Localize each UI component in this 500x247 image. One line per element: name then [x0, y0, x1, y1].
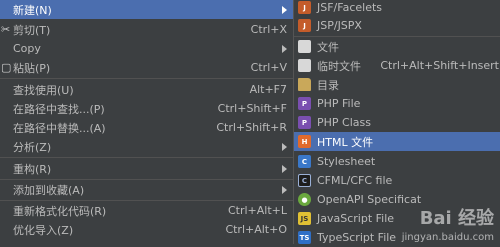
scratch-file-icon — [298, 59, 311, 72]
menu-separator — [0, 157, 293, 158]
menu-item-label: 分析(Z) — [13, 140, 52, 154]
menu-separator — [0, 78, 293, 79]
submenu-item-label: Stylesheet — [317, 155, 376, 168]
menu-item-label: 重新格式化代码(R) — [13, 204, 107, 218]
openapi-icon: ● — [298, 193, 311, 206]
submenu-item-stylesheet[interactable]: C Stylesheet — [294, 152, 500, 171]
menu-item-label: 在路径中替换...(A) — [13, 121, 106, 135]
watermark-brand: Bai 经验 — [419, 208, 494, 229]
menu-item-reformat-code[interactable]: 重新格式化代码(R) Ctrl+Alt+L — [0, 201, 293, 220]
css-icon: C — [298, 155, 311, 168]
menu-item-shortcut: Ctrl+X — [250, 23, 287, 36]
menu-item-label: Copy — [13, 42, 41, 55]
menu-item-label: 在路径中查找...(P) — [13, 102, 105, 116]
submenu-item-scratch-file[interactable]: 临时文件 Ctrl+Alt+Shift+Insert — [294, 56, 500, 75]
submenu-item-jsp[interactable]: J JSP/JSPX — [294, 16, 500, 35]
new-submenu: J JSF/Facelets J JSP/JSPX 文件 临时文件 Ctrl+A… — [294, 0, 500, 244]
menu-item-add-to-favorites[interactable]: 添加到收藏(A) — [0, 180, 293, 199]
submenu-arrow-icon — [282, 164, 287, 173]
context-menu: 新建(N) ✂ 剪切(T) Ctrl+X Copy ▢ 粘贴(P) Ctrl+V… — [0, 0, 294, 244]
menu-item-refactor[interactable]: 重构(R) — [0, 159, 293, 178]
submenu-item-cfml[interactable]: C CFML/CFC file — [294, 171, 500, 190]
menu-item-optimize-imports[interactable]: 优化导入(Z) Ctrl+Alt+O — [0, 220, 293, 239]
menu-item-new[interactable]: 新建(N) — [0, 0, 293, 19]
menu-item-label: 剪切(T) — [13, 23, 51, 37]
clipboard-icon: ▢ — [1, 61, 12, 74]
submenu-item-label: OpenAPI Specificat — [317, 193, 422, 206]
cfml-icon: C — [298, 174, 311, 187]
menu-item-label: 新建(N) — [13, 3, 52, 17]
menu-item-label: 优化导入(Z) — [13, 223, 74, 237]
php-class-icon: P — [298, 116, 311, 129]
submenu-arrow-icon — [282, 44, 287, 53]
file-icon — [298, 40, 311, 53]
submenu-arrow-icon — [282, 5, 287, 14]
submenu-item-file[interactable]: 文件 — [294, 37, 500, 56]
menu-item-find-in-path[interactable]: 在路径中查找...(P) Ctrl+Shift+F — [0, 99, 293, 118]
menu-item-label: 添加到收藏(A) — [13, 183, 85, 197]
jsp-icon: J — [298, 19, 311, 32]
folder-icon — [298, 78, 311, 91]
menu-item-paste[interactable]: ▢ 粘贴(P) Ctrl+V — [0, 58, 293, 77]
menu-item-cut[interactable]: ✂ 剪切(T) Ctrl+X — [0, 20, 293, 39]
submenu-item-label: JSP/JSPX — [317, 19, 362, 32]
submenu-arrow-icon — [282, 185, 287, 194]
submenu-item-shortcut: Ctrl+Alt+Shift+Insert — [380, 59, 499, 72]
menu-item-replace-in-path[interactable]: 在路径中替换...(A) Ctrl+Shift+R — [0, 118, 293, 137]
menu-item-find-usages[interactable]: 查找使用(U) Alt+F7 — [0, 80, 293, 99]
jsf-icon: J — [298, 1, 311, 14]
submenu-item-jsf[interactable]: J JSF/Facelets — [294, 0, 500, 17]
submenu-arrow-icon — [282, 142, 287, 151]
ts-icon: TS — [298, 231, 311, 244]
submenu-item-label: PHP File — [317, 97, 361, 110]
submenu-item-directory[interactable]: 目录 — [294, 75, 500, 94]
php-file-icon: P — [298, 97, 311, 110]
menu-item-label: 查找使用(U) — [13, 83, 74, 97]
submenu-item-label: 文件 — [317, 40, 339, 54]
submenu-item-label: 目录 — [317, 78, 339, 92]
menu-item-label: 粘贴(P) — [13, 61, 51, 75]
submenu-item-label: JSF/Facelets — [317, 1, 383, 14]
submenu-item-label: CFML/CFC file — [317, 174, 393, 187]
submenu-item-label: 临时文件 — [317, 59, 361, 73]
submenu-item-php-file[interactable]: P PHP File — [294, 94, 500, 113]
html-file-icon: H — [298, 135, 311, 148]
scissors-icon: ✂ — [1, 23, 11, 36]
js-icon: JS — [298, 212, 311, 225]
submenu-item-php-class[interactable]: P PHP Class — [294, 113, 500, 132]
submenu-item-label: JavaScript File — [317, 212, 395, 225]
menu-item-shortcut: Ctrl+Alt+L — [227, 204, 287, 217]
submenu-item-label: PHP Class — [317, 116, 371, 129]
menu-item-shortcut: Ctrl+Alt+O — [225, 223, 287, 236]
menu-item-label: 重构(R) — [13, 162, 52, 176]
menu-item-shortcut: Ctrl+Shift+F — [217, 102, 287, 115]
menu-item-copy[interactable]: Copy — [0, 39, 293, 58]
menu-item-shortcut: Ctrl+Shift+R — [216, 121, 287, 134]
watermark-url: jingyan.baidu.com — [401, 232, 494, 243]
menu-item-analyze[interactable]: 分析(Z) — [0, 137, 293, 156]
menu-item-shortcut: Alt+F7 — [249, 83, 287, 96]
submenu-item-label: TypeScript File — [317, 231, 397, 244]
submenu-item-label: HTML 文件 — [317, 135, 374, 149]
menu-item-shortcut: Ctrl+V — [250, 61, 287, 74]
submenu-item-html-file[interactable]: H HTML 文件 — [294, 132, 500, 151]
